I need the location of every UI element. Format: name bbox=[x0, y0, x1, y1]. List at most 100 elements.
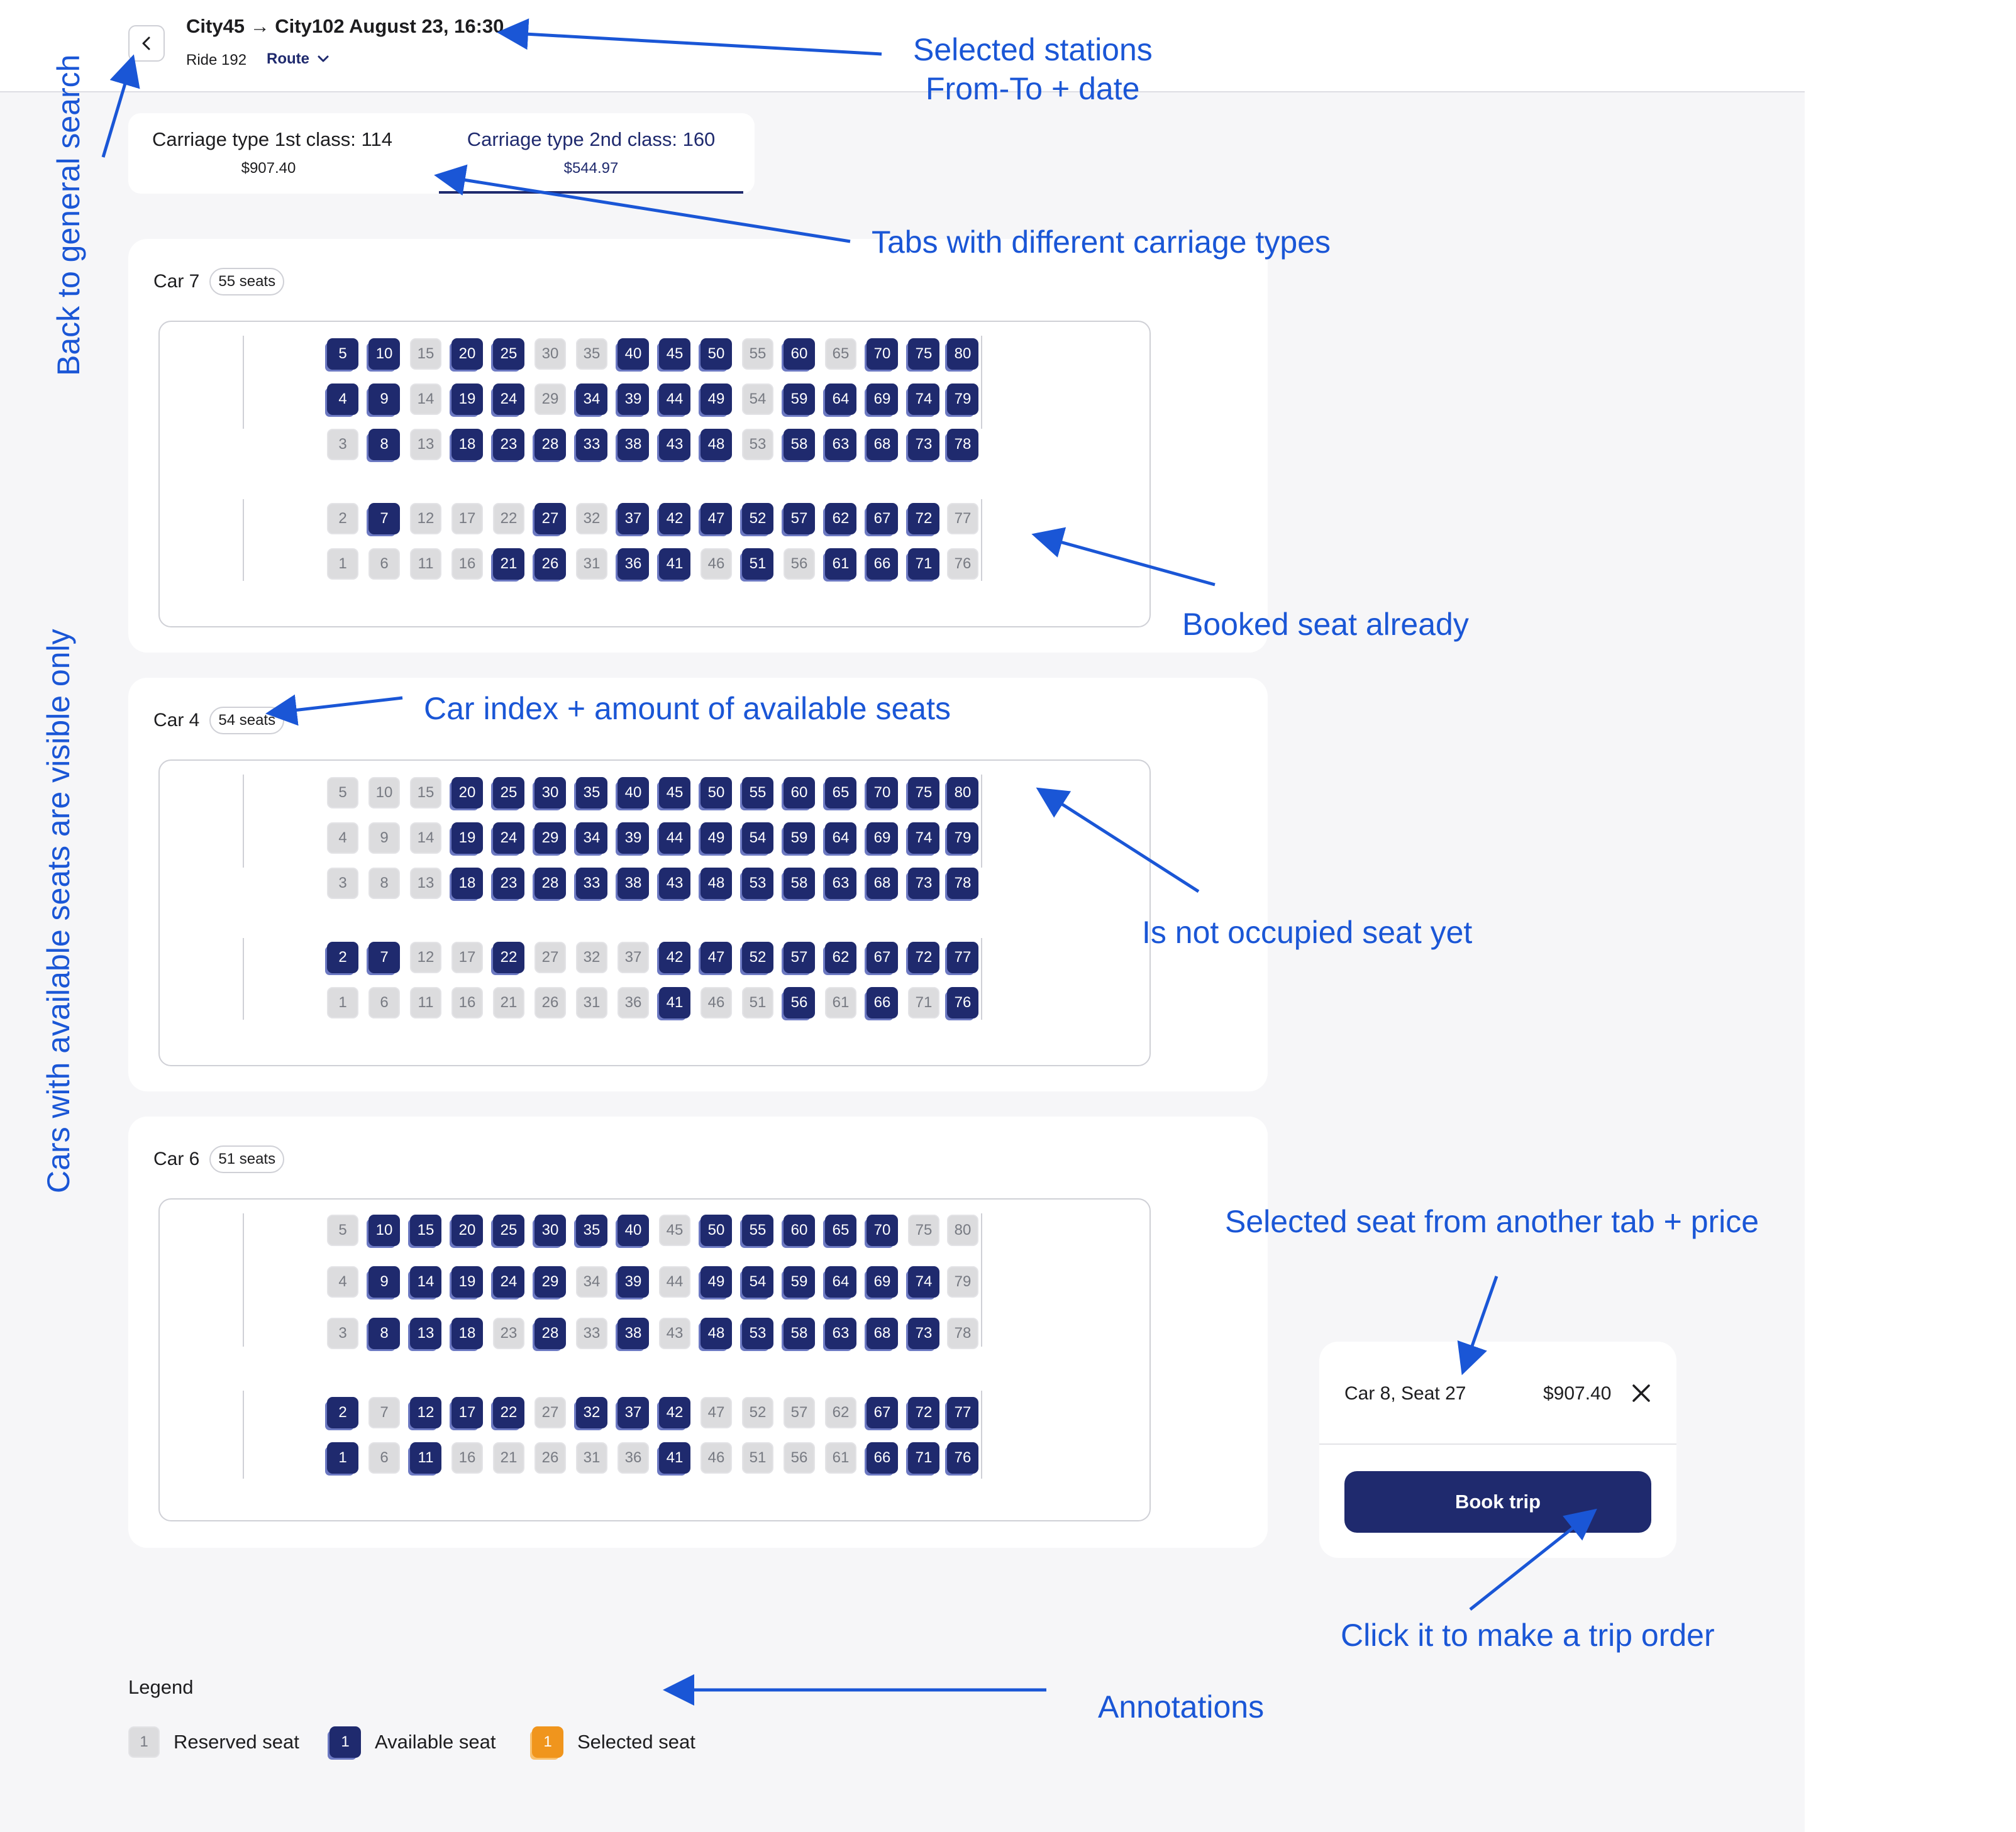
seat-54[interactable]: 54 bbox=[742, 822, 773, 854]
seat-25[interactable]: 25 bbox=[493, 1215, 524, 1246]
seat-76[interactable]: 76 bbox=[947, 987, 978, 1018]
seat-60[interactable]: 60 bbox=[784, 338, 815, 370]
seat-49[interactable]: 49 bbox=[701, 384, 732, 415]
seat-40[interactable]: 40 bbox=[618, 777, 649, 808]
seat-48[interactable]: 48 bbox=[701, 868, 732, 899]
seat-27[interactable]: 27 bbox=[534, 503, 566, 534]
seat-64[interactable]: 64 bbox=[825, 822, 856, 854]
seat-44[interactable]: 44 bbox=[659, 822, 690, 854]
seat-24[interactable]: 24 bbox=[493, 1266, 524, 1298]
seat-65[interactable]: 65 bbox=[825, 1215, 856, 1246]
seat-65[interactable]: 65 bbox=[825, 777, 856, 808]
back-button[interactable] bbox=[128, 25, 165, 62]
seat-5[interactable]: 5 bbox=[327, 338, 358, 370]
seat-14[interactable]: 14 bbox=[410, 1266, 441, 1298]
seat-9[interactable]: 9 bbox=[368, 1266, 400, 1298]
seat-26[interactable]: 26 bbox=[534, 548, 566, 580]
seat-66[interactable]: 66 bbox=[867, 548, 898, 580]
seat-70[interactable]: 70 bbox=[867, 338, 898, 370]
close-icon[interactable] bbox=[1629, 1381, 1654, 1406]
seat-25[interactable]: 25 bbox=[493, 777, 524, 808]
seat-20[interactable]: 20 bbox=[451, 777, 483, 808]
seat-67[interactable]: 67 bbox=[867, 1397, 898, 1428]
seat-72[interactable]: 72 bbox=[908, 1397, 939, 1428]
seat-8[interactable]: 8 bbox=[368, 429, 400, 460]
seat-70[interactable]: 70 bbox=[867, 1215, 898, 1246]
seat-51[interactable]: 51 bbox=[742, 548, 773, 580]
seat-39[interactable]: 39 bbox=[618, 822, 649, 854]
seat-10[interactable]: 10 bbox=[368, 1215, 400, 1246]
seat-72[interactable]: 72 bbox=[908, 503, 939, 534]
seat-69[interactable]: 69 bbox=[867, 1266, 898, 1298]
seat-43[interactable]: 43 bbox=[659, 429, 690, 460]
seat-33[interactable]: 33 bbox=[576, 429, 607, 460]
seat-79[interactable]: 79 bbox=[947, 822, 978, 854]
seat-71[interactable]: 71 bbox=[908, 1442, 939, 1474]
seat-45[interactable]: 45 bbox=[659, 777, 690, 808]
seat-71[interactable]: 71 bbox=[908, 548, 939, 580]
seat-7[interactable]: 7 bbox=[368, 503, 400, 534]
seat-42[interactable]: 42 bbox=[659, 503, 690, 534]
seat-19[interactable]: 19 bbox=[451, 384, 483, 415]
seat-44[interactable]: 44 bbox=[659, 384, 690, 415]
seat-68[interactable]: 68 bbox=[867, 1318, 898, 1349]
seat-68[interactable]: 68 bbox=[867, 429, 898, 460]
seat-75[interactable]: 75 bbox=[908, 338, 939, 370]
seat-29[interactable]: 29 bbox=[534, 1266, 566, 1298]
seat-57[interactable]: 57 bbox=[784, 503, 815, 534]
seat-60[interactable]: 60 bbox=[784, 1215, 815, 1246]
seat-15[interactable]: 15 bbox=[410, 1215, 441, 1246]
seat-58[interactable]: 58 bbox=[784, 868, 815, 899]
seat-25[interactable]: 25 bbox=[493, 338, 524, 370]
seat-73[interactable]: 73 bbox=[908, 1318, 939, 1349]
seat-8[interactable]: 8 bbox=[368, 1318, 400, 1349]
seat-49[interactable]: 49 bbox=[701, 1266, 732, 1298]
seat-39[interactable]: 39 bbox=[618, 1266, 649, 1298]
seat-53[interactable]: 53 bbox=[742, 1318, 773, 1349]
seat-18[interactable]: 18 bbox=[451, 1318, 483, 1349]
seat-74[interactable]: 74 bbox=[908, 384, 939, 415]
seat-20[interactable]: 20 bbox=[451, 338, 483, 370]
seat-42[interactable]: 42 bbox=[659, 942, 690, 973]
seat-18[interactable]: 18 bbox=[451, 868, 483, 899]
seat-47[interactable]: 47 bbox=[701, 942, 732, 973]
seat-63[interactable]: 63 bbox=[825, 868, 856, 899]
seat-62[interactable]: 62 bbox=[825, 942, 856, 973]
seat-73[interactable]: 73 bbox=[908, 429, 939, 460]
seat-38[interactable]: 38 bbox=[618, 868, 649, 899]
seat-77[interactable]: 77 bbox=[947, 1397, 978, 1428]
seat-20[interactable]: 20 bbox=[451, 1215, 483, 1246]
seat-35[interactable]: 35 bbox=[576, 777, 607, 808]
seat-38[interactable]: 38 bbox=[618, 429, 649, 460]
seat-40[interactable]: 40 bbox=[618, 338, 649, 370]
seat-72[interactable]: 72 bbox=[908, 942, 939, 973]
seat-41[interactable]: 41 bbox=[659, 987, 690, 1018]
seat-19[interactable]: 19 bbox=[451, 822, 483, 854]
seat-61[interactable]: 61 bbox=[825, 548, 856, 580]
seat-19[interactable]: 19 bbox=[451, 1266, 483, 1298]
seat-33[interactable]: 33 bbox=[576, 868, 607, 899]
seat-50[interactable]: 50 bbox=[701, 338, 732, 370]
seat-66[interactable]: 66 bbox=[867, 987, 898, 1018]
seat-63[interactable]: 63 bbox=[825, 1318, 856, 1349]
seat-78[interactable]: 78 bbox=[947, 429, 978, 460]
seat-43[interactable]: 43 bbox=[659, 868, 690, 899]
seat-73[interactable]: 73 bbox=[908, 868, 939, 899]
seat-80[interactable]: 80 bbox=[947, 777, 978, 808]
seat-64[interactable]: 64 bbox=[825, 384, 856, 415]
seat-49[interactable]: 49 bbox=[701, 822, 732, 854]
seat-21[interactable]: 21 bbox=[493, 548, 524, 580]
seat-28[interactable]: 28 bbox=[534, 1318, 566, 1349]
seat-37[interactable]: 37 bbox=[618, 1397, 649, 1428]
seat-12[interactable]: 12 bbox=[410, 1397, 441, 1428]
seat-70[interactable]: 70 bbox=[867, 777, 898, 808]
tab-second-class[interactable]: Carriage type 2nd class: 160 $544.97 bbox=[439, 113, 743, 194]
seat-68[interactable]: 68 bbox=[867, 868, 898, 899]
seat-79[interactable]: 79 bbox=[947, 384, 978, 415]
seat-1[interactable]: 1 bbox=[327, 1442, 358, 1474]
seat-41[interactable]: 41 bbox=[659, 1442, 690, 1474]
seat-60[interactable]: 60 bbox=[784, 777, 815, 808]
seat-48[interactable]: 48 bbox=[701, 1318, 732, 1349]
seat-10[interactable]: 10 bbox=[368, 338, 400, 370]
seat-13[interactable]: 13 bbox=[410, 1318, 441, 1349]
